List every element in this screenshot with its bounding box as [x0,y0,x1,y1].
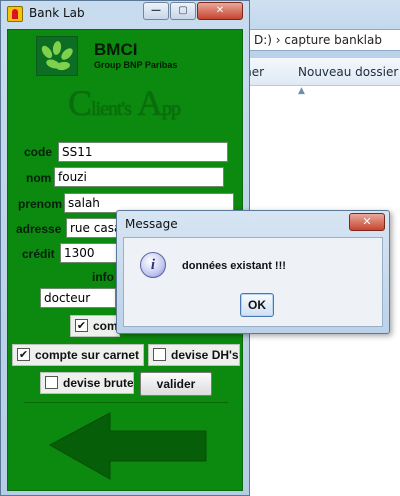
close-button[interactable]: ✕ [197,2,243,20]
valider-button[interactable]: valider [140,372,212,396]
devise-brute-checkbox[interactable]: devise brute [40,372,134,394]
devise-dh-label: devise DH's [171,348,239,362]
sort-arrow-icon: ▲ [298,86,305,96]
devise-brute-box[interactable] [45,376,58,389]
dialog-body: i données existant !!! OK [123,237,383,327]
compte-carnet-label: compte sur carnet [35,348,140,362]
devise-dh-checkbox[interactable]: devise DH's [148,344,240,366]
code-label: code [24,145,53,159]
info-icon: i [140,252,166,278]
brand-name: BMCI [94,40,138,59]
java-icon [7,6,23,22]
explorer-command-bar: mer Nouveau dossier [240,58,400,86]
window-title: Bank Lab [29,6,85,20]
explorer-address-bar[interactable]: D:) › capture banklab [240,29,400,51]
message-dialog: Message ✕ i données existant !!! OK [116,210,390,334]
compte-checkbox-label: com [93,319,118,333]
bmci-logo [36,36,78,76]
compte-checkbox-box[interactable]: ✔ [75,319,88,332]
nom-input[interactable]: fouzi [54,167,224,187]
dialog-close-button[interactable]: ✕ [349,213,385,231]
devise-brute-label: devise brute [63,376,134,390]
code-input[interactable]: SS11 [58,142,228,162]
credit-input[interactable]: 1300 [60,243,120,263]
compte-carnet-checkbox[interactable]: ✔ compte sur carnet [12,344,144,366]
dialog-message: données existant !!! [182,260,286,272]
nom-label: nom [26,171,52,185]
back-arrow-icon[interactable] [24,403,228,487]
compte-carnet-box[interactable]: ✔ [17,348,30,361]
credit-label: crédit [22,247,55,261]
desktop: D:) › capture banklab mer Nouveau dossie… [0,0,400,496]
minimize-button[interactable]: — [143,2,169,20]
back-arrow-panel[interactable] [24,402,228,486]
profession-select[interactable]: docteur [40,288,116,308]
brand-subtitle: Group BNP Paribas [94,60,178,70]
maximize-button[interactable]: ▢ [170,2,196,20]
app-title: Client's App [68,83,181,123]
adresse-label: adresse [16,222,62,236]
dialog-title: Message [125,217,178,231]
ok-button[interactable]: OK [240,293,274,317]
compte-checkbox[interactable]: ✔ com [70,315,120,337]
prenom-label: prenom [18,197,63,211]
devise-dh-box[interactable] [153,348,166,361]
new-folder-button[interactable]: Nouveau dossier [298,65,398,79]
info-label: info [92,270,114,284]
bank-titlebar: Bank Lab — ▢ ✕ [1,1,249,27]
